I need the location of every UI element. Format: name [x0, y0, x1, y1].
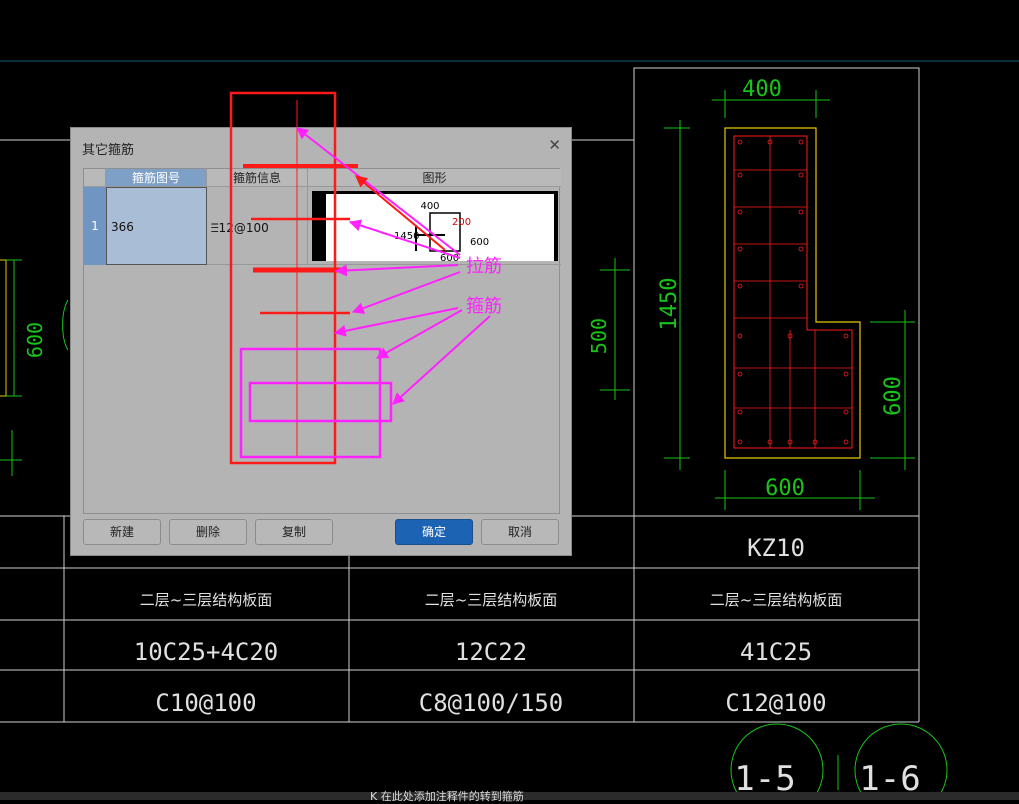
table-stirrup-2: C8@100/150: [419, 689, 564, 717]
column-section: [724, 127, 861, 459]
delete-button[interactable]: 删除: [169, 519, 247, 545]
section-dim-bottom: 600: [765, 476, 805, 501]
table-name-kz10: KZ10: [747, 534, 805, 562]
section-dim-left: 1450: [657, 278, 682, 331]
section-dim-top: 400: [742, 77, 782, 102]
copy-button[interactable]: 复制: [255, 519, 333, 545]
cell-shape[interactable]: 400 200 1450 600 600: [308, 187, 561, 265]
annotation-stirrup: 箍筋: [466, 296, 502, 317]
annotation-tie-bar: 拉筋: [466, 256, 502, 277]
table-floor-3: 二层~三层结构板面: [710, 591, 843, 609]
cell-code-text: 366: [111, 220, 134, 234]
table-floor-1: 二层~三层结构板面: [140, 591, 273, 609]
row-number[interactable]: 1: [84, 187, 106, 265]
table-mainbar-1: 10C25+4C20: [134, 638, 279, 666]
cancel-button[interactable]: 取消: [481, 519, 559, 545]
other-stirrup-dialog[interactable]: 其它箍筋 ✕ 箍筋图号 箍筋信息 图形 1 366 Ⲷ12@100 400 20…: [70, 127, 572, 556]
thumb-dim-bottom: 600: [440, 253, 459, 261]
cell-stirrup-info[interactable]: Ⲷ12@100: [207, 187, 308, 265]
new-button[interactable]: 新建: [83, 519, 161, 545]
header-stirrup-info[interactable]: 箍筋信息: [207, 169, 308, 187]
cell-info-text: Ⲷ12@100: [211, 221, 269, 235]
thumb-dim-top: 400: [420, 201, 439, 212]
section-dim-right: 600: [881, 376, 906, 416]
header-shape[interactable]: 图形: [308, 169, 561, 187]
table-mainbar-2: 12C22: [455, 638, 527, 666]
table-floor-2: 二层~三层结构板面: [425, 591, 558, 609]
status-bar: K 在此处添加注释件的转到箍筋: [0, 790, 1019, 803]
table-stirrup-3: C12@100: [725, 689, 826, 717]
dialog-title: 其它箍筋: [82, 143, 135, 158]
bg-dim-600-left: 600: [23, 322, 47, 358]
thumb-dim-right: 600: [470, 237, 489, 248]
thumb-dim-red: 200: [452, 217, 471, 228]
cell-stirrup-code[interactable]: 366: [106, 187, 207, 265]
table-stirrup-1: C10@100: [155, 689, 256, 717]
ok-button[interactable]: 确定: [395, 519, 473, 545]
stirrup-grid[interactable]: 箍筋图号 箍筋信息 图形 1 366 Ⲷ12@100 400 200 1450 …: [83, 168, 561, 514]
header-stirrup-code[interactable]: 箍筋图号: [106, 169, 207, 187]
shape-thumbnail: 400 200 1450 600 600: [312, 191, 558, 264]
thumb-dim-left: 1450: [394, 231, 419, 242]
close-icon[interactable]: ✕: [548, 136, 561, 154]
bg-dim-500: 500: [587, 318, 611, 354]
table-mainbar-3: 41C25: [740, 638, 812, 666]
grid-corner: [84, 169, 106, 187]
status-text: K 在此处添加注释件的转到箍筋: [370, 790, 524, 803]
